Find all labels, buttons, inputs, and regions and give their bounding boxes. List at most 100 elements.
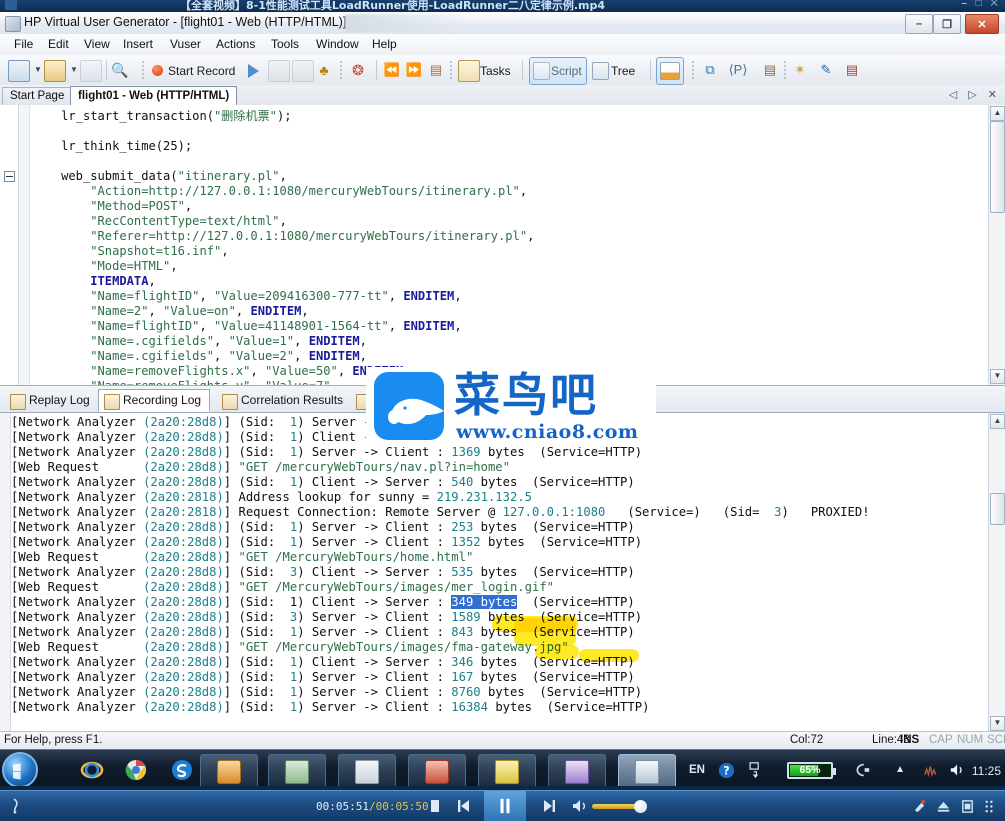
log-text: (Service=HTTP): [517, 595, 634, 609]
help-icon[interactable]: ?: [718, 762, 735, 779]
step-out-icon[interactable]: ⏩: [404, 60, 424, 80]
editor-vertical-scrollbar[interactable]: ▲ ▼: [988, 105, 1005, 385]
download-icon[interactable]: ♣: [314, 60, 334, 80]
speaker-icon[interactable]: [949, 762, 967, 778]
log-text: Address lookup for sunny =: [238, 490, 436, 504]
menu-item-help[interactable]: Help: [364, 37, 405, 52]
menu-item-vuser[interactable]: Vuser: [162, 37, 209, 52]
menu-item-window[interactable]: Window: [308, 37, 367, 52]
compare-icon[interactable]: ⧉: [700, 60, 720, 80]
start-record-button[interactable]: Start Record: [168, 64, 235, 78]
log-vertical-scrollbar[interactable]: ▲ ▼: [988, 413, 1005, 732]
log-selection[interactable]: 349 bytes: [451, 595, 517, 609]
taskbar-window-5[interactable]: [478, 754, 536, 788]
menu-item-file[interactable]: File: [6, 37, 41, 52]
tab-recording-log[interactable]: Recording Log: [98, 389, 210, 412]
tasks-button[interactable]: Tasks: [480, 64, 511, 78]
log-text: bytes (Service=HTTP): [473, 655, 634, 669]
editor-code[interactable]: lr_start_transaction("删除机票"); lr_think_t…: [32, 109, 992, 386]
log-number: 1352: [451, 535, 480, 549]
internet-explorer-icon[interactable]: [80, 758, 104, 782]
taskbar-clock[interactable]: 11:25: [972, 764, 1001, 778]
log-text: (Sid:: [238, 700, 289, 714]
tab-start-page[interactable]: Start Page: [2, 87, 72, 106]
run-icon[interactable]: [248, 64, 259, 78]
tab-replay-log[interactable]: Replay Log: [4, 389, 99, 412]
log-row: [Web Request (2a20:28d8)] "GET /mercuryW…: [11, 460, 986, 475]
taskbar-window-6[interactable]: [548, 754, 606, 788]
video-window-buttons[interactable]: ⎯ □ ✕: [962, 0, 1001, 9]
editor-scroll-down-button[interactable]: ▼: [990, 369, 1005, 384]
menu-item-edit[interactable]: Edit: [40, 37, 77, 52]
capture-icon[interactable]: [912, 799, 927, 814]
tab-flight01[interactable]: flight01 - Web (HTTP/HTML): [70, 86, 237, 106]
maximize-button[interactable]: ❐: [933, 14, 961, 34]
status-help-text: For Help, press F1.: [4, 734, 102, 746]
script-editor[interactable]: lr_start_transaction("删除机票"); lr_think_t…: [0, 105, 1005, 386]
power-plug-icon[interactable]: [851, 762, 871, 778]
tab-correlation-results[interactable]: Correlation Results: [216, 389, 352, 412]
step-into-icon[interactable]: ⏪: [382, 60, 402, 80]
tree-view-icon[interactable]: [592, 62, 609, 80]
sogou-icon[interactable]: [170, 758, 194, 782]
menu-item-actions[interactable]: Actions: [208, 37, 263, 52]
close-button[interactable]: ✕: [965, 14, 999, 34]
code-token: ENDITEM: [403, 289, 454, 303]
log-pid: (2a20:28d8): [143, 430, 224, 444]
menu-icon[interactable]: [982, 799, 997, 814]
log-row: [Network Analyzer (2a20:28d8)] (Sid: 1) …: [11, 445, 986, 460]
video-pause-button[interactable]: [484, 791, 526, 821]
tree-view-button[interactable]: Tree: [611, 64, 635, 78]
parameter-icon[interactable]: ⟨P⟩: [728, 60, 748, 80]
record-icon[interactable]: [152, 65, 163, 76]
taskbar-window-2[interactable]: [268, 754, 326, 788]
snapshot-icon[interactable]: ▤: [426, 60, 446, 80]
code-token: "Name=flightID": [90, 289, 199, 303]
find-icon[interactable]: 🔍: [110, 60, 130, 80]
menu-item-tools[interactable]: Tools: [263, 37, 307, 52]
battery-indicator[interactable]: 65%: [787, 762, 833, 779]
toolbar-separator-6: [522, 60, 523, 80]
playlist-icon[interactable]: [960, 799, 975, 814]
runtime-settings-icon[interactable]: ❂: [348, 60, 368, 80]
log-scroll-up-button[interactable]: ▲: [990, 414, 1005, 429]
log-text: (Sid:: [238, 430, 289, 444]
chrome-icon[interactable]: [124, 758, 148, 782]
menu-item-insert[interactable]: Insert: [115, 37, 161, 52]
open-script-icon[interactable]: [44, 60, 66, 82]
taskbar-window-3[interactable]: [338, 754, 396, 788]
log-scroll-down-button[interactable]: ▼: [990, 716, 1005, 731]
taskbar-window-vugen[interactable]: [618, 754, 676, 788]
new-parameter-icon[interactable]: ✶: [790, 60, 810, 80]
correlate-icon[interactable]: ✎: [816, 60, 836, 80]
new-script-icon[interactable]: [8, 60, 30, 82]
tasks-icon[interactable]: [458, 60, 480, 82]
show-hidden-icons-button[interactable]: ▲: [895, 764, 905, 775]
tab-nav-buttons[interactable]: ◁ ▷ ✕: [949, 88, 1001, 101]
editor-scroll-up-button[interactable]: ▲: [990, 106, 1005, 121]
video-next-button[interactable]: [540, 796, 560, 816]
video-volume-icon[interactable]: [570, 796, 590, 816]
video-previous-button[interactable]: [453, 796, 473, 816]
start-button[interactable]: [2, 752, 38, 788]
fold-toggle-icon[interactable]: [4, 171, 15, 182]
minimize-button[interactable]: –: [905, 14, 933, 34]
log-output-area[interactable]: [Network Analyzer (2a20:28d8)] (Sid: 1) …: [0, 412, 1005, 732]
code-token: "Value=on": [163, 304, 236, 318]
delete-correlation-icon[interactable]: ▤: [842, 60, 862, 80]
video-volume-knob[interactable]: [634, 800, 647, 813]
menu-item-view[interactable]: View: [76, 37, 118, 52]
network-icon[interactable]: [748, 761, 763, 779]
taskbar-window-4[interactable]: [408, 754, 466, 788]
log-source: [Network Analyzer: [11, 655, 143, 669]
tray-language[interactable]: EN: [689, 764, 705, 776]
eject-icon[interactable]: [936, 799, 951, 814]
log-number: 540: [451, 475, 473, 489]
log-bracket: ]: [224, 625, 239, 639]
taskbar-window-1[interactable]: [200, 754, 258, 788]
svg-text:?: ?: [723, 765, 729, 778]
video-stop-button[interactable]: [425, 796, 445, 816]
copy-icon[interactable]: ▤: [760, 60, 780, 80]
log-scroll-thumb[interactable]: [990, 493, 1005, 525]
editor-scroll-thumb[interactable]: [990, 121, 1005, 213]
